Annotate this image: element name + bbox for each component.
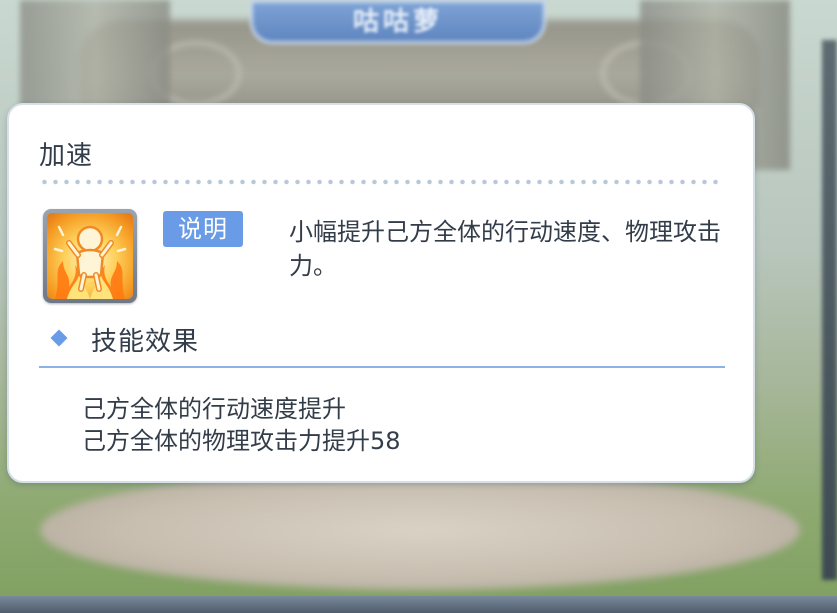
section-title-effects: 技能效果 (91, 327, 200, 357)
skill-name: 加速 (39, 141, 94, 171)
description-badge: 说明 (163, 211, 243, 247)
power-up-figure-icon (47, 213, 133, 299)
stone-platform (40, 470, 800, 590)
section-divider (39, 366, 725, 368)
dotted-divider (39, 179, 721, 185)
bottom-panel-edge (0, 596, 837, 613)
skill-icon-frame (43, 209, 137, 303)
effect-item: 己方全体的物理攻击力提升58 (82, 427, 401, 455)
diamond-bullet-icon (50, 329, 68, 347)
skill-detail-dialog[interactable]: 加速 说明 小幅提升己方全体的行动速度、物理攻击力。 技能效果 己方全体的行动速… (7, 103, 755, 483)
side-panel-edge (822, 40, 837, 580)
effects-list: 己方全体的行动速度提升 己方全体的物理攻击力提升58 (82, 393, 401, 457)
skill-description: 小幅提升己方全体的行动速度、物理攻击力。 (289, 218, 721, 280)
character-name: 咕咕萝 (352, 7, 443, 37)
effect-item: 己方全体的行动速度提升 (82, 395, 346, 423)
